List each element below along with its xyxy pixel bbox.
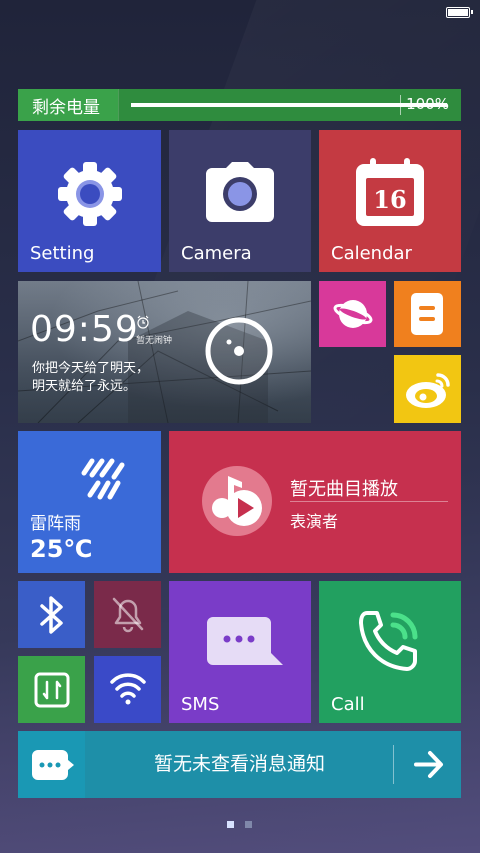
battery-label: 剩余电量 <box>32 97 100 118</box>
silent-toggle[interactable] <box>94 581 161 648</box>
camera-label: Camera <box>181 243 252 264</box>
battery-full-icon <box>446 7 473 18</box>
notes-tile[interactable] <box>394 281 461 347</box>
status-bar <box>0 0 480 24</box>
setting-tile[interactable]: Setting <box>18 130 161 272</box>
bluetooth-icon <box>40 596 63 634</box>
mobile-data-icon <box>34 672 70 708</box>
bell-off-icon <box>112 597 144 633</box>
battery-percent: 100% <box>406 95 449 113</box>
call-tile[interactable]: Call <box>319 581 461 723</box>
calendar-day: 16 <box>373 185 406 214</box>
thunderstorm-icon <box>81 458 125 500</box>
weibo-tile[interactable] <box>394 355 461 423</box>
weibo-icon <box>406 373 450 408</box>
gear-icon <box>58 162 122 226</box>
camera-tile[interactable]: Camera <box>169 130 311 272</box>
chat-bubble-icon <box>32 750 74 780</box>
music-note-icon <box>212 476 262 526</box>
alarm-icon <box>137 315 149 329</box>
planet-icon <box>333 300 373 328</box>
alarm-status: 暂无闹钟 <box>136 336 173 346</box>
bluetooth-toggle[interactable] <box>18 581 85 648</box>
sms-tile[interactable]: SMS <box>169 581 311 723</box>
clock-widget[interactable]: 09:59 暂无闹钟 你把今天给了明天， 明天就给了永远。 <box>18 281 311 423</box>
music-divider <box>290 501 448 502</box>
weather-condition: 雷阵雨 <box>30 514 81 534</box>
notification-text: 暂无未查看消息通知 <box>153 753 325 775</box>
mobile-data-toggle[interactable] <box>18 656 85 723</box>
music-play-icon[interactable] <box>202 466 272 536</box>
music-title: 暂无曲目播放 <box>290 479 398 500</box>
music-tile[interactable]: 暂无曲目播放 表演者 <box>169 431 461 573</box>
planet-tile[interactable] <box>319 281 386 347</box>
calendar-label: Calendar <box>331 243 412 264</box>
phone-icon <box>359 611 418 671</box>
quote-line-2: 明天就给了永远。 <box>32 379 137 394</box>
wifi-toggle[interactable] <box>94 656 161 723</box>
music-artist: 表演者 <box>290 512 339 531</box>
call-label: Call <box>331 694 365 715</box>
wifi-icon <box>110 673 146 705</box>
calendar-icon: 16 <box>356 158 424 226</box>
weather-temperature: 25℃ <box>30 535 93 563</box>
weather-tile[interactable]: 雷阵雨 25℃ <box>18 431 161 573</box>
sms-label: SMS <box>181 694 220 715</box>
calendar-tile[interactable]: 16 Calendar <box>319 130 461 272</box>
arrow-right-icon[interactable] <box>394 731 461 798</box>
quote-line-1: 你把今天给了明天， <box>32 361 150 376</box>
page-dot[interactable] <box>245 821 252 828</box>
battery-progress: 100% <box>118 89 461 121</box>
message-icon <box>207 617 283 665</box>
note-icon <box>411 293 443 335</box>
camera-icon <box>206 162 274 222</box>
notification-icon-box <box>18 731 85 798</box>
notification-bar[interactable]: 暂无未查看消息通知 <box>18 731 461 798</box>
page-dot-active[interactable] <box>227 821 234 828</box>
clock-time: 09:59 <box>30 309 139 350</box>
page-indicator <box>0 821 480 829</box>
setting-label: Setting <box>30 243 95 264</box>
record-disc-icon[interactable] <box>204 316 274 386</box>
battery-banner[interactable]: 剩余电量 100% <box>18 89 461 121</box>
